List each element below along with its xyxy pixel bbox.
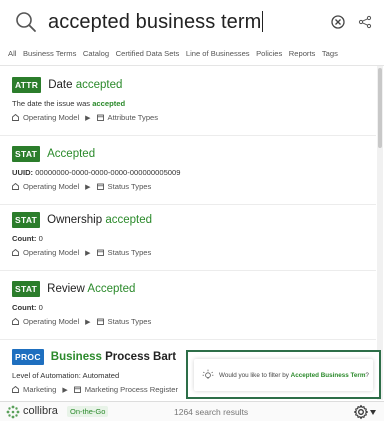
divider bbox=[0, 135, 376, 136]
result-description: Level of Automation: Automated bbox=[12, 371, 120, 380]
result-title[interactable]: Date accepted bbox=[48, 79, 122, 91]
filter-tab-policies[interactable]: Policies bbox=[256, 49, 282, 58]
divider bbox=[0, 204, 376, 205]
search-icon bbox=[16, 12, 36, 32]
divider bbox=[0, 339, 376, 340]
result-item[interactable]: STAT Review Accepted Count: 0 Operating … bbox=[12, 280, 151, 326]
result-title[interactable]: Business Process Bart bbox=[51, 351, 176, 363]
community-icon bbox=[12, 318, 19, 325]
footer-bar: collibra On-the-Go 1264 search results bbox=[0, 401, 384, 421]
breadcrumb-domain[interactable]: Operating Model bbox=[23, 248, 79, 257]
gear-icon[interactable] bbox=[353, 404, 369, 420]
asset-type-badge: PROC bbox=[12, 349, 44, 365]
domain-icon bbox=[96, 249, 104, 256]
result-breadcrumb: Operating Model ▶ Status Types bbox=[12, 182, 180, 191]
result-description: Count: 0 bbox=[12, 303, 43, 312]
breadcrumb-separator-icon: ▶ bbox=[85, 249, 91, 257]
breadcrumb-domain[interactable]: Operating Model bbox=[23, 182, 79, 191]
filter-tab-line-of-businesses[interactable]: Line of Businesses bbox=[186, 49, 250, 58]
asset-type-badge: STAT bbox=[12, 281, 41, 297]
filter-suggestion-popup: Would you like to filter by Accepted Bus… bbox=[186, 350, 381, 399]
text-cursor bbox=[262, 11, 264, 32]
breadcrumb-separator-icon: ▶ bbox=[62, 386, 68, 394]
domain-icon bbox=[73, 386, 81, 393]
filter-tab-tags[interactable]: Tags bbox=[322, 49, 338, 58]
filter-tab-certified-data-sets[interactable]: Certified Data Sets bbox=[116, 49, 180, 58]
result-description: The date the issue was accepted bbox=[12, 99, 126, 108]
community-icon bbox=[12, 114, 19, 121]
divider bbox=[0, 270, 376, 271]
result-item[interactable]: PROC Business Process Bart Level of Auto… bbox=[12, 348, 178, 394]
breadcrumb-separator-icon: ▶ bbox=[85, 114, 91, 122]
search-query-text: accepted business term bbox=[48, 11, 262, 33]
community-icon bbox=[12, 386, 19, 393]
breadcrumb-type[interactable]: Status Types bbox=[108, 182, 152, 191]
community-icon bbox=[12, 183, 19, 190]
filter-tab-reports[interactable]: Reports bbox=[289, 49, 316, 58]
domain-icon bbox=[96, 318, 104, 325]
filter-tabs: All Business Terms Catalog Certified Dat… bbox=[0, 44, 384, 62]
filter-tab-business-terms[interactable]: Business Terms bbox=[23, 49, 76, 58]
breadcrumb-separator-icon: ▶ bbox=[85, 318, 91, 326]
search-bar: accepted business term bbox=[0, 0, 384, 44]
collibra-logo-icon bbox=[6, 405, 20, 419]
result-breadcrumb: Operating Model ▶ Status Types bbox=[12, 248, 152, 257]
on-the-go-badge: On-the-Go bbox=[67, 406, 109, 417]
result-breadcrumb: Operating Model ▶ Attribute Types bbox=[12, 113, 158, 122]
result-breadcrumb: Operating Model ▶ Status Types bbox=[12, 317, 151, 326]
chevron-down-icon[interactable] bbox=[370, 410, 376, 415]
breadcrumb-type[interactable]: Attribute Types bbox=[108, 113, 159, 122]
asset-type-badge: ATTR bbox=[12, 77, 42, 93]
asset-type-badge: STAT bbox=[12, 212, 41, 228]
breadcrumb-type[interactable]: Status Types bbox=[108, 248, 152, 257]
result-breadcrumb: Marketing ▶ Marketing Process Register bbox=[12, 385, 178, 394]
filter-suggestion[interactable]: Would you like to filter by Accepted Bus… bbox=[194, 359, 373, 391]
breadcrumb-domain[interactable]: Operating Model bbox=[23, 113, 79, 122]
search-input[interactable]: accepted business term bbox=[48, 11, 264, 34]
result-item[interactable]: ATTR Date accepted The date the issue wa… bbox=[12, 76, 158, 122]
breadcrumb-domain[interactable]: Operating Model bbox=[23, 317, 79, 326]
breadcrumb-type[interactable]: Status Types bbox=[108, 317, 152, 326]
lightbulb-icon bbox=[202, 369, 214, 379]
breadcrumb-separator-icon: ▶ bbox=[85, 183, 91, 191]
breadcrumb-domain[interactable]: Marketing bbox=[23, 385, 56, 394]
domain-icon bbox=[96, 183, 104, 190]
filter-suggestion-text: Would you like to filter by Accepted Bus… bbox=[219, 371, 369, 379]
breadcrumb-type[interactable]: Marketing Process Register bbox=[85, 385, 178, 394]
result-title[interactable]: Ownership accepted bbox=[47, 214, 152, 226]
results-count: 1264 search results bbox=[174, 407, 249, 417]
scrollbar-thumb[interactable] bbox=[378, 68, 382, 148]
result-item[interactable]: STAT Accepted UUID: 00000000-0000-0000-0… bbox=[12, 145, 180, 191]
result-description: UUID: 00000000-0000-0000-0000-0000000050… bbox=[12, 168, 181, 177]
result-title[interactable]: Accepted bbox=[47, 148, 95, 160]
domain-icon bbox=[96, 114, 104, 121]
community-icon bbox=[12, 249, 19, 256]
clear-search-icon[interactable] bbox=[331, 15, 345, 29]
result-item[interactable]: STAT Ownership accepted Count: 0 Operati… bbox=[12, 211, 152, 257]
brand-name: collibra bbox=[23, 405, 58, 417]
result-description: Count: 0 bbox=[12, 234, 43, 243]
asset-type-badge: STAT bbox=[12, 146, 41, 162]
filter-tab-catalog[interactable]: Catalog bbox=[83, 49, 109, 58]
share-icon[interactable] bbox=[358, 15, 372, 29]
filter-tab-all[interactable]: All bbox=[8, 49, 16, 58]
filter-suggestion-link[interactable]: Accepted Business Term bbox=[291, 372, 366, 379]
result-title[interactable]: Review Accepted bbox=[47, 283, 135, 295]
